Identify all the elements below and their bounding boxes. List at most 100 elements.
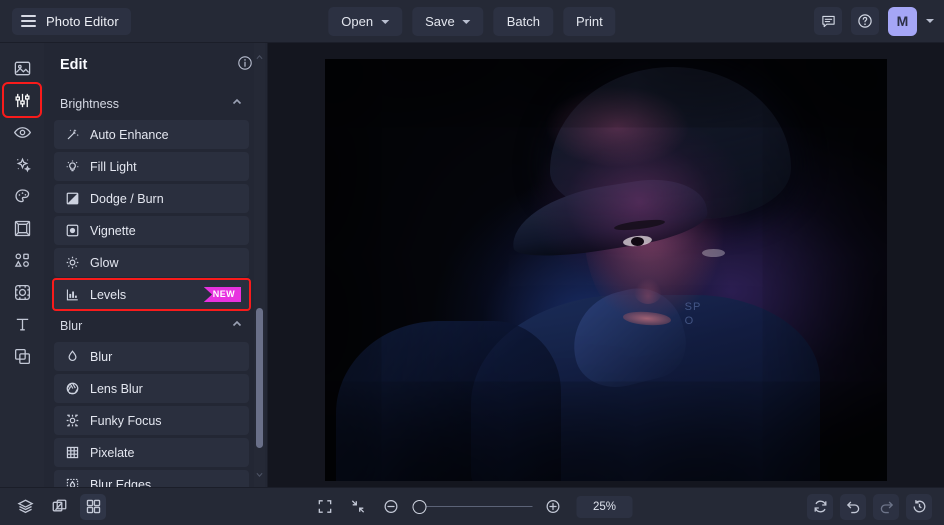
option-glow[interactable]: Glow [54, 248, 249, 277]
feedback-button[interactable] [814, 7, 842, 35]
grid-view-button[interactable] [80, 493, 106, 520]
option-dodge-burn[interactable]: Dodge / Burn [54, 184, 249, 213]
reset-button[interactable] [807, 493, 833, 520]
section-header-brightness[interactable]: Brightness [44, 87, 255, 120]
rail-item-layers[interactable] [5, 341, 39, 371]
image-icon [14, 61, 30, 75]
aperture-icon [64, 381, 81, 396]
info-button[interactable] [237, 55, 253, 76]
edit-panel-scroll-area: Brightness Auto Enhance Fill Light Dodge… [44, 87, 267, 487]
zoom-level-value[interactable]: 25% [576, 495, 633, 518]
photo-vignette-overlay [325, 59, 887, 481]
rail-item-shapes[interactable] [5, 245, 39, 275]
text-icon [16, 318, 28, 330]
save-button[interactable]: Save [412, 6, 484, 36]
crop-expand-icon [14, 284, 30, 300]
info-circle-icon [238, 55, 252, 70]
avatar-initial: M [896, 13, 909, 29]
frame-icon [14, 220, 30, 236]
grid-icon [64, 445, 81, 460]
save-button-label: Save [425, 13, 455, 29]
batch-button[interactable]: Batch [493, 6, 553, 36]
undo-button[interactable] [840, 493, 866, 520]
zoom-slider-track [420, 505, 533, 508]
help-button[interactable] [851, 7, 879, 35]
photo-canvas[interactable]: SP O [325, 59, 887, 481]
app-menu-button[interactable]: Photo Editor [12, 7, 131, 35]
rail-item-text[interactable] [5, 309, 39, 339]
option-pixelate[interactable]: Pixelate [54, 438, 249, 467]
rail-item-adjust[interactable] [2, 82, 42, 118]
option-vignette[interactable]: Vignette [54, 216, 249, 245]
chat-bubble-icon [821, 15, 835, 27]
compare-button[interactable] [46, 494, 72, 520]
refresh-icon [814, 500, 826, 513]
option-auto-enhance[interactable]: Auto Enhance [54, 120, 249, 149]
option-blur[interactable]: Blur [54, 342, 249, 371]
account-chevron-down-icon[interactable] [926, 19, 934, 23]
glow-icon [64, 255, 81, 270]
grid-four-icon [86, 499, 100, 514]
droplet-icon [64, 349, 81, 364]
file-action-buttons: Open Save Batch Print [328, 6, 616, 36]
history-button[interactable] [906, 493, 932, 520]
rail-item-preview[interactable] [5, 117, 39, 147]
zoom-out-button[interactable] [378, 494, 404, 520]
scrollbar-thumb[interactable] [256, 308, 263, 448]
zoom-controls: 25% [312, 494, 633, 520]
print-button[interactable]: Print [562, 6, 616, 36]
open-button-label: Open [341, 13, 374, 29]
option-label: Vignette [90, 223, 136, 238]
app-title: Photo Editor [46, 13, 119, 29]
option-label: Funky Focus [90, 413, 162, 428]
lightbulb-icon [64, 159, 81, 174]
focus-target-icon [64, 413, 81, 428]
magic-wand-icon [64, 127, 81, 142]
photo-editor-window: Photo Editor Open Save Batch Print M Edi… [0, 0, 944, 525]
scroll-down-arrow-icon[interactable] [256, 465, 263, 483]
option-funky-focus[interactable]: Funky Focus [54, 406, 249, 435]
rail-item-crop[interactable] [5, 277, 39, 307]
account-tools: M [814, 6, 934, 36]
zoom-in-button[interactable] [540, 494, 566, 520]
status-badge-new: NEW [203, 287, 241, 302]
option-label: Blur Edges [90, 477, 152, 488]
eye-icon [13, 126, 31, 138]
panel-scrollbar[interactable] [254, 43, 265, 487]
layers-overlap-icon [14, 348, 30, 364]
scroll-up-arrow-icon[interactable] [256, 47, 263, 65]
zoom-slider[interactable] [411, 499, 533, 515]
main-body: Edit Brightness Auto Enhance Fill Light … [0, 43, 944, 487]
section-header-blur[interactable]: Blur [44, 309, 255, 342]
layers-button[interactable] [12, 494, 38, 520]
actual-size-button[interactable] [345, 494, 371, 520]
rail-item-image[interactable] [5, 53, 39, 83]
sliders-icon [14, 93, 30, 107]
rail-item-frames[interactable] [5, 213, 39, 243]
redo-arrow-icon [880, 501, 893, 514]
undo-arrow-icon [846, 501, 859, 514]
option-blur-edges[interactable]: Blur Edges [54, 470, 249, 487]
option-label: Levels [90, 287, 127, 302]
redo-button[interactable] [873, 493, 899, 520]
chevron-up-icon [231, 95, 243, 113]
chevron-down-icon [381, 19, 390, 24]
history-clock-icon [913, 500, 925, 513]
zoom-slider-handle[interactable] [412, 499, 427, 514]
edit-panel-header: Edit [44, 43, 267, 87]
canvas-viewport[interactable]: SP O [268, 43, 944, 487]
open-button[interactable]: Open [328, 6, 403, 36]
print-button-label: Print [575, 13, 603, 29]
avatar[interactable]: M [888, 6, 917, 36]
sparkles-icon [16, 157, 31, 172]
blur-edges-icon [64, 477, 81, 487]
levels-bars-icon [64, 287, 81, 302]
rail-item-effects[interactable] [5, 149, 39, 179]
expand-brackets-icon [318, 500, 331, 513]
option-lens-blur[interactable]: Lens Blur [54, 374, 249, 403]
panel-title: Edit [60, 57, 88, 73]
option-fill-light[interactable]: Fill Light [54, 152, 249, 181]
option-levels[interactable]: Levels NEW [52, 278, 251, 311]
fit-to-screen-button[interactable] [312, 494, 338, 520]
rail-item-retouch[interactable] [5, 181, 39, 211]
